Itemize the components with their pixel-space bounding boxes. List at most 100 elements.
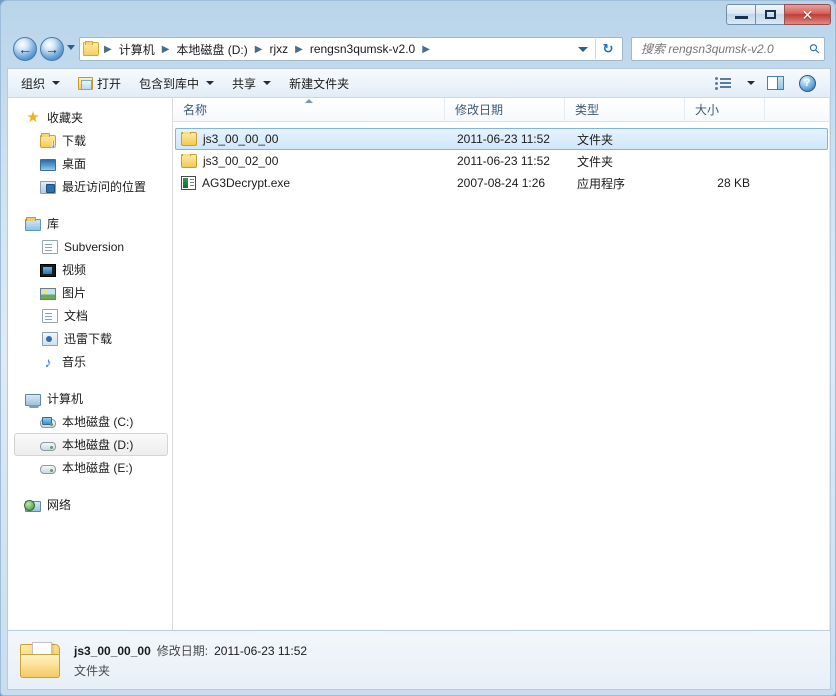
sidebar-item-music[interactable]: ♪ 音乐 bbox=[14, 350, 168, 373]
sidebar-item-documents[interactable]: 文档 bbox=[14, 304, 168, 327]
share-button[interactable]: 共享 bbox=[223, 72, 280, 94]
sidebar-item-recent-places[interactable]: 最近访问的位置 bbox=[14, 175, 168, 198]
details-type: 文件夹 bbox=[74, 663, 111, 678]
details-text: js3_00_00_00 修改日期: 2011-06-23 11:52 文件夹 bbox=[74, 642, 307, 679]
thunder-download-icon bbox=[42, 332, 58, 346]
sidebar-item-label: 本地磁盘 (C:) bbox=[62, 415, 134, 429]
table-row[interactable]: js3_00_00_00 2011-06-23 11:52 文件夹 bbox=[175, 128, 828, 150]
address-bar[interactable]: ▶ 计算机 ▶ 本地磁盘 (D:) ▶ rjxz ▶ rengsn3qumsk-… bbox=[79, 37, 623, 61]
file-type-cell: 文件夹 bbox=[577, 132, 614, 147]
sidebar-item-local-disk-d[interactable]: 本地磁盘 (D:) bbox=[14, 433, 168, 456]
sidebar-item-label: 迅雷下载 bbox=[64, 332, 113, 346]
minimize-icon bbox=[734, 16, 748, 19]
breadcrumb-item-current-folder[interactable]: rengsn3qumsk-v2.0 bbox=[306, 40, 419, 58]
refresh-icon: ↻ bbox=[602, 41, 614, 56]
breadcrumb-item-local-disk-d[interactable]: 本地磁盘 (D:) bbox=[172, 39, 251, 60]
minimize-button[interactable] bbox=[726, 4, 755, 25]
sidebar-item-desktop[interactable]: 桌面 bbox=[14, 152, 168, 175]
sidebar-item-thunder-download[interactable]: 迅雷下载 bbox=[14, 327, 168, 350]
breadcrumb-item-computer[interactable]: 计算机 bbox=[115, 39, 159, 60]
search-input[interactable] bbox=[639, 41, 811, 57]
chevron-down-icon bbox=[263, 81, 272, 85]
file-name: js3_00_02_00 bbox=[203, 154, 279, 168]
search-box[interactable]: ⚲ bbox=[631, 37, 825, 61]
breadcrumb-separator[interactable]: ▶ bbox=[419, 44, 433, 55]
refresh-button[interactable]: ↻ bbox=[596, 41, 620, 57]
star-icon: ★ bbox=[26, 108, 40, 126]
desktop-icon bbox=[40, 158, 56, 171]
navigation-bar: ← → ▶ 计算机 ▶ 本地磁盘 (D:) ▶ rjxz ▶ rengsn3qu… bbox=[1, 31, 836, 67]
sidebar-item-label: 视频 bbox=[62, 263, 87, 277]
column-header-type[interactable]: 类型 bbox=[565, 97, 685, 122]
sidebar-item-label: 桌面 bbox=[62, 157, 87, 171]
file-list-pane[interactable]: 名称 修改日期 类型 大小 js3_00_00_00 2011-06-23 11… bbox=[173, 97, 830, 630]
preview-pane-button[interactable] bbox=[760, 72, 790, 94]
sidebar-item-label: 库 bbox=[47, 217, 60, 231]
sidebar-item-local-disk-c[interactable]: 本地磁盘 (C:) bbox=[14, 410, 168, 433]
sidebar-item-pictures[interactable]: 图片 bbox=[14, 281, 168, 304]
sidebar-item-label: 本地磁盘 (E:) bbox=[62, 461, 133, 475]
sidebar-item-local-disk-e[interactable]: 本地磁盘 (E:) bbox=[14, 456, 168, 479]
column-header-date-modified[interactable]: 修改日期 bbox=[445, 97, 565, 122]
sidebar-item-label: 网络 bbox=[47, 498, 72, 512]
breadcrumb-separator[interactable]: ▶ bbox=[292, 44, 306, 55]
open-button[interactable]: 打开 bbox=[69, 72, 130, 94]
file-size-cell: 28 KB bbox=[717, 176, 750, 190]
change-view-button[interactable] bbox=[708, 72, 738, 94]
sidebar-item-favorites[interactable]: ★ 收藏夹 bbox=[14, 106, 168, 129]
details-name: js3_00_00_00 bbox=[74, 643, 151, 658]
file-type-cell: 文件夹 bbox=[577, 154, 614, 169]
navigation-pane[interactable]: ★ 收藏夹 下载 桌面 最近访问的位置 bbox=[8, 98, 173, 630]
column-header-size[interactable]: 大小 bbox=[685, 97, 765, 122]
sidebar-item-libraries[interactable]: 库 bbox=[14, 212, 168, 235]
explorer-window: ✕ ← → ▶ 计算机 ▶ 本地磁盘 (D:) ▶ rjxz ▶ rengsn3… bbox=[0, 0, 836, 696]
folder-large-icon bbox=[18, 640, 62, 680]
breadcrumb-separator[interactable]: ▶ bbox=[159, 44, 173, 55]
breadcrumb-item-rjxz[interactable]: rjxz bbox=[265, 40, 292, 58]
column-header-label: 修改日期 bbox=[455, 103, 504, 117]
table-row[interactable]: AG3Decrypt.exe 2007-08-24 1:26 应用程序 28 K… bbox=[175, 172, 828, 194]
help-button[interactable]: ? bbox=[792, 72, 822, 94]
include-in-library-button[interactable]: 包含到库中 bbox=[130, 72, 223, 94]
folder-icon bbox=[181, 154, 197, 168]
file-rows[interactable]: js3_00_00_00 2011-06-23 11:52 文件夹 js3_00… bbox=[173, 122, 830, 630]
close-icon: ✕ bbox=[801, 6, 814, 23]
recent-pages-dropdown-icon[interactable] bbox=[67, 45, 75, 50]
close-button[interactable]: ✕ bbox=[784, 4, 831, 25]
column-header-name[interactable]: 名称 bbox=[173, 97, 445, 122]
details-date-value: 2011-06-23 11:52 bbox=[214, 643, 308, 658]
breadcrumb-separator[interactable]: ▶ bbox=[101, 44, 115, 55]
organize-button[interactable]: 组织 bbox=[12, 72, 69, 94]
forward-button[interactable]: → bbox=[40, 37, 64, 61]
sidebar-item-downloads[interactable]: 下载 bbox=[14, 129, 168, 152]
details-date-label: 修改日期: bbox=[156, 643, 209, 658]
maximize-button[interactable] bbox=[755, 4, 784, 25]
sidebar-item-videos[interactable]: 视频 bbox=[14, 258, 168, 281]
sidebar-item-computer[interactable]: 计算机 bbox=[14, 387, 168, 410]
breadcrumb-separator[interactable]: ▶ bbox=[252, 44, 266, 55]
sidebar-item-network[interactable]: 网络 bbox=[14, 493, 168, 516]
file-name: js3_00_00_00 bbox=[203, 132, 279, 146]
sidebar-item-label: 本地磁盘 (D:) bbox=[62, 438, 134, 452]
view-list-icon bbox=[715, 76, 731, 90]
folder-icon bbox=[83, 41, 99, 56]
toolbar-right-group: ? bbox=[708, 72, 826, 94]
open-folder-icon bbox=[78, 76, 94, 90]
sidebar-item-subversion[interactable]: Subversion bbox=[14, 235, 168, 258]
change-view-dropdown[interactable] bbox=[740, 72, 758, 94]
file-type-cell: 应用程序 bbox=[577, 176, 626, 191]
table-row[interactable]: js3_00_02_00 2011-06-23 11:52 文件夹 bbox=[175, 150, 828, 172]
nav-group-libraries: 库 Subversion 视频 图片 文档 迅雷下载 ♪ 音乐 bbox=[8, 212, 172, 373]
window-controls: ✕ bbox=[726, 4, 831, 25]
new-folder-button[interactable]: 新建文件夹 bbox=[280, 72, 358, 94]
main-content: ★ 收藏夹 下载 桌面 最近访问的位置 bbox=[7, 97, 831, 630]
recent-places-icon bbox=[40, 181, 56, 194]
back-button[interactable]: ← bbox=[13, 37, 37, 61]
column-header-label: 名称 bbox=[183, 103, 208, 117]
organize-label: 组织 bbox=[21, 76, 46, 91]
title-bar: ✕ bbox=[1, 1, 836, 31]
column-headers: 名称 修改日期 类型 大小 bbox=[173, 97, 830, 122]
sidebar-item-label: 图片 bbox=[62, 286, 87, 300]
address-history-dropdown[interactable] bbox=[571, 46, 595, 52]
